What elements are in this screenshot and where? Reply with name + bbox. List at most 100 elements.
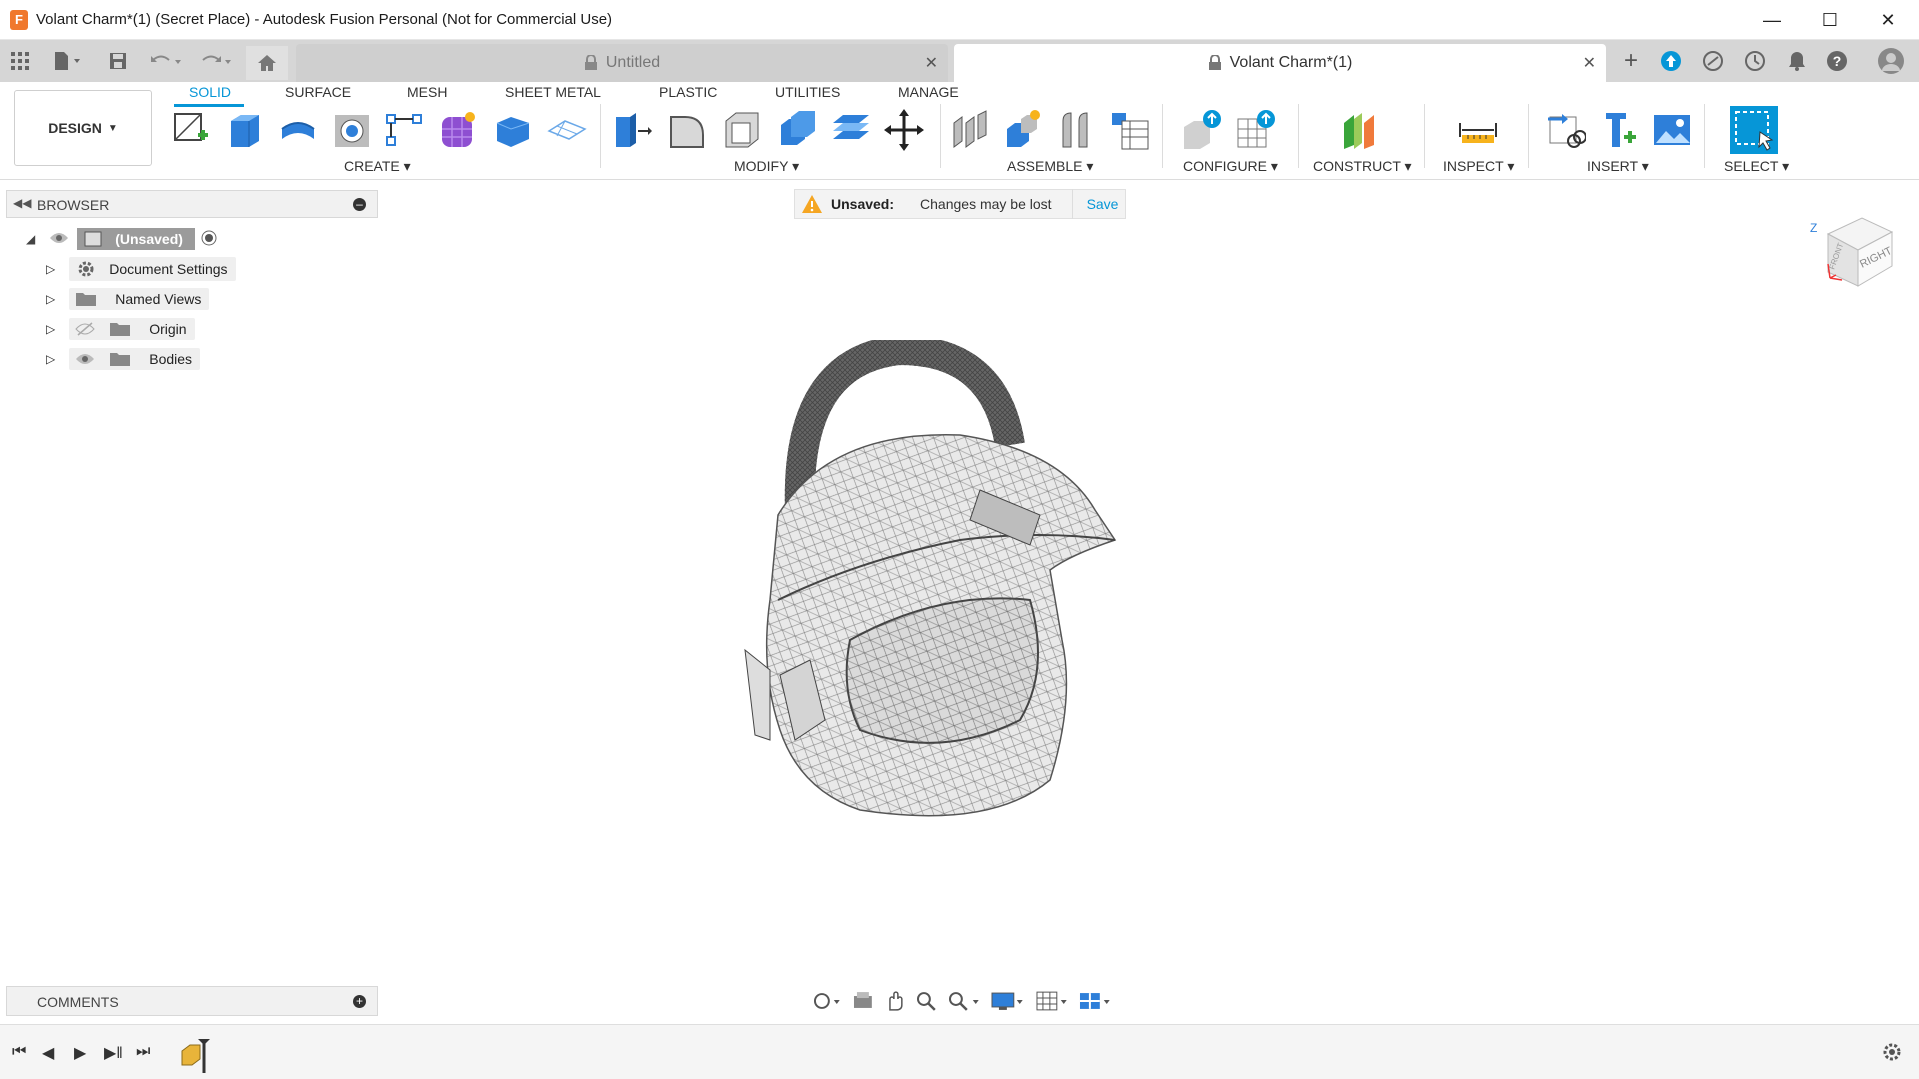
timeline-play-icon[interactable]: ▶ xyxy=(74,1043,86,1063)
extensions-icon[interactable] xyxy=(1698,46,1728,76)
help-icon[interactable]: ? xyxy=(1822,46,1852,76)
configure-menu[interactable]: CONFIGURE ▾ xyxy=(1183,158,1278,175)
extrude-icon[interactable] xyxy=(225,109,265,151)
collapse-panel-icon[interactable]: ◀◀ xyxy=(13,196,31,210)
close-tab-icon[interactable]: ✕ xyxy=(925,53,938,73)
tab-solid[interactable]: SOLID xyxy=(189,84,231,100)
tab-manage[interactable]: MANAGE xyxy=(898,84,959,100)
tab-utilities[interactable]: UTILITIES xyxy=(775,84,840,100)
workspace-switcher[interactable]: DESIGN ▼ xyxy=(14,90,152,166)
tree-item-box[interactable]: Named Views xyxy=(69,288,210,310)
select-menu[interactable]: SELECT ▾ xyxy=(1724,158,1789,175)
minimize-button[interactable]: — xyxy=(1743,0,1801,40)
fillet-icon[interactable] xyxy=(667,109,707,151)
tab-untitled[interactable]: Untitled ✕ xyxy=(296,44,948,82)
browser-item-bodies[interactable]: ▷ Bodies xyxy=(46,347,201,371)
create-sketch-icon[interactable] xyxy=(170,109,210,151)
browser-panel-header[interactable]: ◀◀ BROWSER – xyxy=(6,190,378,218)
add-comment-icon[interactable]: + xyxy=(353,995,366,1008)
app-grid-icon[interactable] xyxy=(6,46,34,76)
tree-item-box[interactable]: Origin xyxy=(69,318,195,340)
modify-menu[interactable]: MODIFY ▾ xyxy=(734,158,799,175)
bill-of-materials-icon[interactable] xyxy=(1110,109,1150,151)
inspect-menu[interactable]: INSPECT ▾ xyxy=(1443,158,1514,175)
as-built-joint-icon[interactable] xyxy=(1057,109,1097,151)
create-form-icon[interactable] xyxy=(438,109,478,151)
pan-hand-icon[interactable] xyxy=(884,990,906,1012)
tab-sheet-metal[interactable]: SHEET METAL xyxy=(505,84,601,100)
insert-mcmaster-icon[interactable] xyxy=(1600,109,1640,151)
move-copy-icon[interactable] xyxy=(884,109,924,151)
comments-panel-header[interactable]: COMMENTS + xyxy=(6,986,378,1016)
minimize-panel-icon[interactable]: – xyxy=(353,198,366,211)
look-at-icon[interactable] xyxy=(852,990,874,1012)
construct-menu[interactable]: CONSTRUCT ▾ xyxy=(1313,158,1412,175)
timeline-feature-marker[interactable] xyxy=(180,1039,220,1078)
create-menu[interactable]: CREATE ▾ xyxy=(344,158,411,175)
timeline-step-back-icon[interactable]: ◀ xyxy=(42,1043,54,1063)
save-link[interactable]: Save xyxy=(1087,196,1119,212)
maximize-button[interactable]: ☐ xyxy=(1801,0,1859,40)
timeline-settings-gear-icon[interactable] xyxy=(1882,1042,1902,1067)
hole-icon[interactable] xyxy=(332,109,372,151)
shell-icon[interactable] xyxy=(722,109,762,151)
revolve-icon[interactable] xyxy=(278,109,318,151)
notifications-bell-icon[interactable] xyxy=(1782,46,1812,76)
close-window-button[interactable]: ✕ xyxy=(1859,0,1917,40)
expand-triangle-icon[interactable]: ▷ xyxy=(46,292,55,306)
offset-plane-icon[interactable] xyxy=(1340,109,1380,151)
measure-icon[interactable] xyxy=(1458,109,1498,151)
insert-image-icon[interactable] xyxy=(1652,109,1692,151)
timeline-go-end-icon[interactable]: ⏭ xyxy=(136,1043,150,1061)
undo-icon[interactable] xyxy=(146,46,186,76)
configure-icon[interactable] xyxy=(1182,109,1222,151)
expand-triangle-icon[interactable]: ▷ xyxy=(46,352,55,366)
clock-history-icon[interactable] xyxy=(1740,46,1770,76)
joint-icon[interactable] xyxy=(950,109,990,151)
tab-volant-charm[interactable]: Volant Charm*(1) ✕ xyxy=(954,44,1606,82)
combine-icon[interactable] xyxy=(777,109,817,151)
new-tab-plus-icon[interactable]: + xyxy=(1614,46,1648,76)
zoom-icon[interactable] xyxy=(915,990,937,1012)
browser-item-document-settings[interactable]: ▷ Document Settings xyxy=(46,257,236,281)
offset-face-icon[interactable] xyxy=(831,109,871,151)
visibility-eye-icon[interactable] xyxy=(49,231,69,248)
grid-snaps-icon[interactable] xyxy=(1035,990,1069,1012)
viewcube[interactable]: RIGHT Z FRONT xyxy=(1800,208,1900,292)
browser-item-named-views[interactable]: ▷ Named Views xyxy=(46,287,210,311)
viewport-3d-model[interactable] xyxy=(740,334,1180,830)
timeline-go-start-icon[interactable]: ⏮ xyxy=(12,1043,26,1061)
expand-triangle-icon[interactable]: ▷ xyxy=(46,322,55,336)
redo-icon[interactable] xyxy=(196,46,236,76)
select-icon[interactable] xyxy=(1730,106,1778,154)
user-avatar[interactable] xyxy=(1874,46,1908,76)
tree-item-box[interactable]: Bodies xyxy=(69,348,201,370)
fit-zoom-icon[interactable] xyxy=(947,990,981,1012)
insert-derive-icon[interactable] xyxy=(1546,109,1587,151)
tab-mesh[interactable]: MESH xyxy=(407,84,447,100)
surface-plane-icon[interactable] xyxy=(547,109,587,151)
expand-triangle-icon[interactable]: ▷ xyxy=(46,262,55,276)
file-menu-icon[interactable] xyxy=(48,46,88,76)
new-component-icon[interactable] xyxy=(1003,109,1043,151)
job-status-icon[interactable] xyxy=(1656,46,1686,76)
timeline-step-forward-icon[interactable]: ▶‖ xyxy=(104,1043,123,1063)
root-component-label-box[interactable]: (Unsaved) xyxy=(77,228,195,250)
pattern-icon[interactable] xyxy=(384,109,424,151)
orbit-icon[interactable] xyxy=(812,990,842,1012)
expand-triangle-icon[interactable]: ◢ xyxy=(26,232,35,246)
configuration-table-icon[interactable] xyxy=(1236,109,1276,151)
close-tab-icon[interactable]: ✕ xyxy=(1583,53,1596,73)
activate-radio-icon[interactable] xyxy=(201,230,217,249)
press-pull-icon[interactable] xyxy=(612,109,652,151)
assemble-menu[interactable]: ASSEMBLE ▾ xyxy=(1007,158,1093,175)
browser-item-origin[interactable]: ▷ Origin xyxy=(46,317,195,341)
browser-root-row[interactable]: ◢ (Unsaved) xyxy=(26,227,217,251)
tree-item-box[interactable]: Document Settings xyxy=(69,257,236,281)
home-icon[interactable] xyxy=(246,46,288,80)
insert-menu[interactable]: INSERT ▾ xyxy=(1587,158,1649,175)
save-icon[interactable] xyxy=(106,46,130,76)
derive-icon[interactable] xyxy=(493,109,533,151)
display-settings-icon[interactable] xyxy=(991,990,1025,1012)
tab-surface[interactable]: SURFACE xyxy=(285,84,351,100)
